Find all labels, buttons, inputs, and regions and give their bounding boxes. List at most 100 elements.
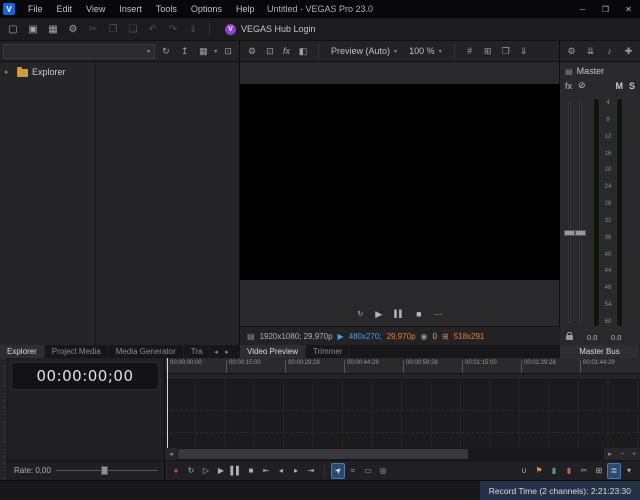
stop-icon[interactable]: ■ <box>244 463 258 479</box>
pause-icon[interactable]: ▌▌ <box>229 463 243 479</box>
normal-edit-tool-icon[interactable]: ➤ <box>331 463 345 479</box>
preview-zoom-dropdown[interactable]: 100 % ▾ <box>404 43 447 59</box>
insert-command-icon[interactable]: ▮ <box>562 463 576 479</box>
zoom-out-icon[interactable]: − <box>616 448 628 460</box>
rate-slider-handle[interactable] <box>101 466 108 475</box>
open-project-icon[interactable]: ▣ <box>24 20 42 38</box>
pan-crop-icon[interactable]: ⊞ <box>592 463 606 479</box>
tab-scroll-left-icon[interactable]: ◂ <box>210 345 221 358</box>
loop-playback-icon[interactable]: ↻ <box>184 463 198 479</box>
scroll-right-icon[interactable]: ▸ <box>604 448 616 460</box>
tab-trimmer[interactable]: Trimmer <box>306 345 350 358</box>
envelope-edit-tool-icon[interactable]: ≈ <box>346 463 360 479</box>
grid-overlay-icon[interactable]: # <box>462 43 478 59</box>
pause-icon[interactable]: ▌▌ <box>394 311 404 318</box>
views-chevron-icon[interactable]: ▾ <box>214 48 217 55</box>
tab-explorer[interactable]: Explorer <box>0 345 45 358</box>
previous-frame-icon[interactable]: ◂ <box>274 463 288 479</box>
master-fx-button[interactable]: fx <box>565 81 572 91</box>
downmix-icon[interactable]: ⇊ <box>584 43 597 59</box>
tab-media-generator[interactable]: Media Generator <box>109 345 184 358</box>
tab-scroll-right-icon[interactable]: ▸ <box>221 345 232 358</box>
views-icon[interactable]: ▦ <box>196 43 212 59</box>
mute-button[interactable]: M <box>615 81 623 91</box>
cut-icon[interactable]: ✂ <box>84 20 102 38</box>
scroll-left-icon[interactable]: ◂ <box>165 448 177 460</box>
more-options-icon[interactable]: ⋯ <box>434 309 443 320</box>
dim-output-speaker-icon[interactable]: ♪ <box>603 43 616 59</box>
record-icon[interactable]: ● <box>169 463 183 479</box>
split-screen-icon[interactable]: ◧ <box>295 43 311 59</box>
tree-expander-icon[interactable]: ▸ <box>5 68 13 76</box>
mixer-settings-gear-icon[interactable]: ⚙ <box>565 43 578 59</box>
tab-master-bus[interactable]: Master Bus <box>560 345 640 358</box>
selection-edit-tool-icon[interactable]: ▭ <box>361 463 375 479</box>
play-from-start-icon[interactable]: ▷ <box>199 463 213 479</box>
play-icon[interactable]: ▶ <box>375 309 382 320</box>
copy-snapshot-icon[interactable]: ❐ <box>498 43 514 59</box>
save-snapshot-icon[interactable]: ⇓ <box>516 43 532 59</box>
lock-icon[interactable] <box>566 335 573 340</box>
next-frame-icon[interactable]: ▸ <box>289 463 303 479</box>
video-output-fx-icon[interactable]: fx <box>280 46 293 56</box>
vegas-hub-login-button[interactable]: V VEGAS Hub Login <box>217 20 324 38</box>
zoom-in-icon[interactable]: + <box>628 448 640 460</box>
external-monitor-icon[interactable]: ⊡ <box>262 43 278 59</box>
menu-help[interactable]: Help <box>229 0 262 18</box>
menu-insert[interactable]: Insert <box>112 0 149 18</box>
track-pane-grip[interactable] <box>0 358 8 480</box>
render-as-icon[interactable]: ⇓ <box>184 20 202 38</box>
refresh-icon[interactable]: ↻ <box>158 43 174 59</box>
edit-cursor[interactable] <box>167 358 168 448</box>
insert-region-icon[interactable]: ▮ <box>547 463 561 479</box>
more-tools-chevron-icon[interactable]: ▾ <box>622 463 636 479</box>
time-ruler[interactable]: 00:00:00:00 00:00:15:00 00:00:29:28 00:0… <box>165 358 640 374</box>
loop-playback-icon[interactable]: ↻ <box>357 310 363 318</box>
redo-icon[interactable]: ↷ <box>164 20 182 38</box>
zoom-edit-tool-icon[interactable]: ◎ <box>376 463 390 479</box>
save-project-icon[interactable]: ▦ <box>44 20 62 38</box>
explorer-splitter[interactable] <box>95 62 96 345</box>
split-icon[interactable]: ✂ <box>577 463 591 479</box>
close-button[interactable]: ✕ <box>617 0 640 18</box>
tab-transitions[interactable]: Tra <box>184 345 211 358</box>
address-combo[interactable]: ▾ <box>3 44 155 59</box>
copy-icon[interactable]: ❐ <box>104 20 122 38</box>
chevron-down-icon[interactable]: ▾ <box>143 48 154 55</box>
address-input[interactable] <box>4 46 143 56</box>
stop-icon[interactable]: ■ <box>416 309 421 319</box>
timeline-tracks[interactable] <box>165 380 640 448</box>
paste-icon[interactable]: ❏ <box>124 20 142 38</box>
project-properties-icon[interactable]: ⚙ <box>64 20 82 38</box>
menu-view[interactable]: View <box>79 0 112 18</box>
menu-file[interactable]: File <box>21 0 50 18</box>
menu-edit[interactable]: Edit <box>50 0 80 18</box>
add-bus-icon[interactable]: ✚ <box>622 43 635 59</box>
tab-project-media[interactable]: Project Media <box>45 345 109 358</box>
solo-button[interactable]: S <box>629 81 635 91</box>
explorer-root-item[interactable]: ▸ Explorer <box>0 62 239 77</box>
menu-tools[interactable]: Tools <box>149 0 184 18</box>
play-icon[interactable]: ▶ <box>214 463 228 479</box>
tab-video-preview[interactable]: Video Preview <box>240 345 306 358</box>
minimize-button[interactable]: ─ <box>571 0 594 18</box>
scrollbar-track[interactable] <box>177 448 604 460</box>
preview-settings-gear-icon[interactable]: ⚙ <box>244 43 260 59</box>
preview-quality-dropdown[interactable]: Preview (Auto) ▾ <box>326 43 402 59</box>
safe-area-icon[interactable]: ⊞ <box>480 43 496 59</box>
volume-fader-left[interactable] <box>564 230 575 236</box>
volume-fader-right[interactable] <box>575 230 586 236</box>
menu-options[interactable]: Options <box>184 0 229 18</box>
list-view-icon[interactable]: ⊡ <box>220 43 236 59</box>
timecode-display[interactable]: 00:00:00;00 <box>11 362 159 390</box>
scrollbar-thumb[interactable] <box>178 449 468 459</box>
go-to-start-icon[interactable]: ⇤ <box>259 463 273 479</box>
up-one-level-icon[interactable]: ↥ <box>177 43 193 59</box>
snap-icon[interactable]: ∪ <box>517 463 531 479</box>
rate-slider[interactable] <box>56 465 158 476</box>
bypass-fx-icon[interactable]: ⊘ <box>578 80 586 91</box>
go-to-end-icon[interactable]: ⇥ <box>304 463 318 479</box>
undo-icon[interactable]: ↶ <box>144 20 162 38</box>
maximize-button[interactable]: ❐ <box>594 0 617 18</box>
mixing-console-icon[interactable]: ≣ <box>607 463 621 479</box>
